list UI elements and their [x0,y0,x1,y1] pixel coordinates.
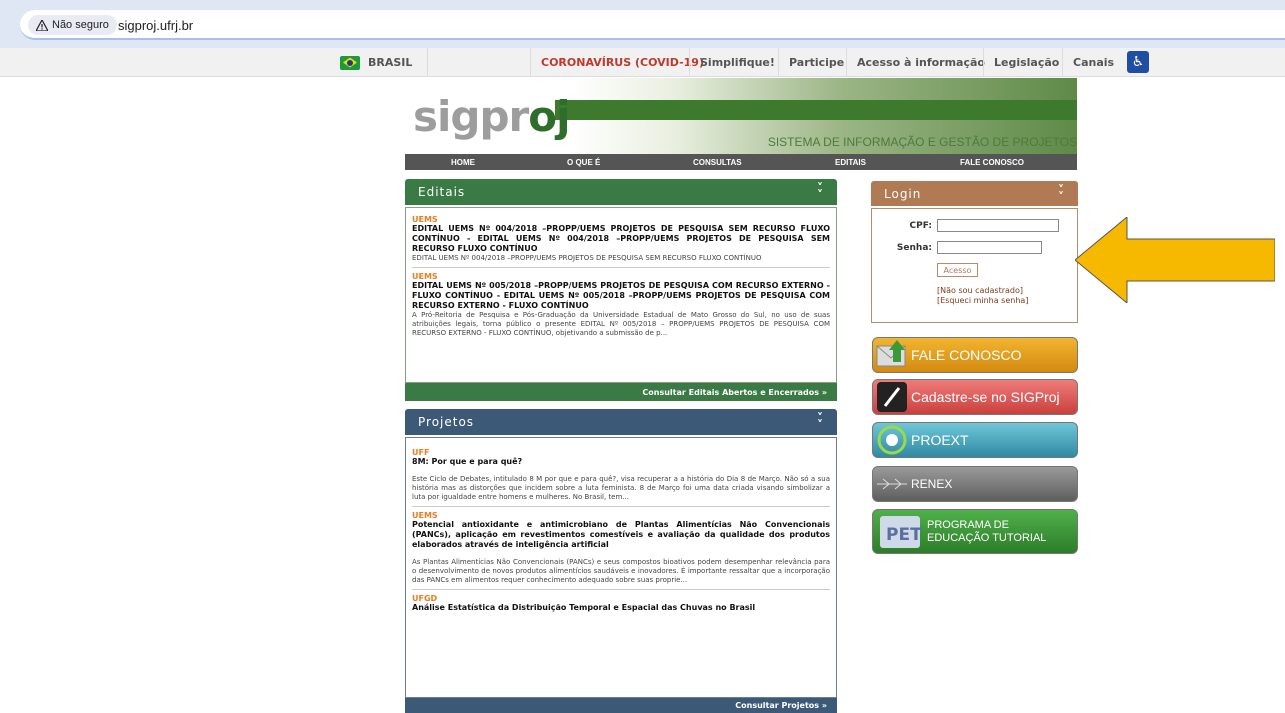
accessibility-icon[interactable]: ♿ [1127,51,1149,73]
pet-button[interactable]: PET PROGRAMA DE EDUCAÇÃO TUTORIAL [872,509,1078,554]
pen-icon [873,379,911,415]
collapse-chevron-icon[interactable]: ˅ ˅ [817,412,829,431]
login-title: Login [884,186,922,201]
warning-icon [36,19,48,31]
password-input[interactable] [937,241,1042,254]
url-text[interactable]: sigproj.ufrj.br [118,18,193,33]
gov-link-simplifique[interactable]: Simplifique! [689,48,785,77]
gov-link-canais[interactable]: Canais [1062,48,1124,77]
renex-button[interactable]: RENEX [872,466,1078,502]
gov-link-legislacao[interactable]: Legislação [983,48,1069,77]
nav-editais[interactable]: EDITAIS [835,158,866,167]
projetos-list: UFF 8M: Por que e para quê? Este Ciclo d… [405,437,837,698]
header-band [555,100,1077,120]
projetos-title: Projetos [418,415,475,429]
gov-brasil-link[interactable]: BRASIL [330,48,422,77]
main-nav: HOME O QUE É CONSULTAS EDITAIS FALE CONO… [405,154,1077,170]
gov-bar: BRASIL CORONAVÍRUS (COVID-19) Simplifiqu… [0,48,1285,77]
mail-icon [873,337,911,373]
renex-logo-icon [873,466,911,502]
gov-link-participe[interactable]: Participe [778,48,854,77]
proext-logo-icon [873,422,911,458]
collapse-chevron-icon[interactable]: ˅ ˅ [817,182,829,201]
security-label: Não seguro [52,19,109,31]
svg-text:PET: PET [886,525,922,545]
list-item[interactable]: UEMS Potencial antioxidante e antimicrob… [412,511,830,585]
editais-header[interactable]: Editais ˅ ˅ [405,179,837,205]
browser-toolbar: Não seguro sigproj.ufrj.br [0,0,1285,48]
nav-home[interactable]: HOME [451,158,475,167]
editais-footer-link[interactable]: Consultar Editais Abertos e Encerrados » [405,383,837,401]
list-item[interactable]: UFGD Análise Estatística da Distribuição… [412,594,830,613]
collapse-chevron-icon[interactable]: ˅ ˅ [1058,184,1070,203]
login-form: CPF: Senha: Acesso [Não sou cadastrado] … [871,208,1078,323]
address-bar[interactable]: Não seguro sigproj.ufrj.br [20,10,1285,40]
divider [412,267,830,268]
editais-list: UEMS EDITAL UEMS Nº 004/2018 –PROPP/UEMS… [405,207,837,383]
not-registered-link[interactable]: [Não sou cadastrado] [937,286,1023,295]
projetos-footer-link[interactable]: Consultar Projetos » [405,698,837,713]
gov-link-covid[interactable]: CORONAVÍRUS (COVID-19) [530,48,714,77]
nav-o-que-e[interactable]: O QUE É [567,158,600,167]
cpf-input[interactable] [937,219,1059,232]
proext-button[interactable]: PROEXT [872,422,1078,458]
editais-title: Editais [418,185,466,199]
security-chip[interactable]: Não seguro [28,15,117,35]
brazil-flag-icon [340,55,360,70]
login-button[interactable]: Acesso [937,263,978,277]
list-item[interactable]: UFF 8M: Por que e para quê? Este Ciclo d… [412,448,830,502]
site-header: sigproj SISTEMA DE INFORMAÇÃO E GESTÃO D… [405,78,1077,154]
nav-consultas[interactable]: CONSULTAS [693,158,742,167]
list-item[interactable]: UEMS EDITAL UEMS Nº 005/2018 –PROPP/UEMS… [412,272,830,338]
gov-country-label: BRASIL [368,56,413,69]
forgot-password-link[interactable]: [Esqueci minha senha] [937,296,1028,305]
pet-logo-icon: PET [873,509,927,554]
senha-label: Senha: [896,243,932,253]
cadastre-se-button[interactable]: Cadastre-se no SIGProj [872,379,1078,415]
cpf-label: CPF: [909,221,932,231]
projetos-header[interactable]: Projetos ˅ ˅ [405,409,837,435]
site-logo[interactable]: sigproj [413,92,571,141]
divider [412,506,830,507]
login-header[interactable]: Login ˅ ˅ [871,181,1078,206]
nav-fale-conosco[interactable]: FALE CONOSCO [960,158,1024,167]
divider [412,589,830,590]
gov-link-acesso[interactable]: Acesso à informação [846,48,995,77]
gov-divider [427,48,527,77]
annotation-arrow-icon [1075,217,1275,303]
list-item[interactable]: UEMS EDITAL UEMS Nº 004/2018 –PROPP/UEMS… [412,215,830,263]
fale-conosco-button[interactable]: FALE CONOSCO [872,337,1078,373]
site-tagline: SISTEMA DE INFORMAÇÃO E GESTÃO DE PROJET… [767,135,1077,149]
